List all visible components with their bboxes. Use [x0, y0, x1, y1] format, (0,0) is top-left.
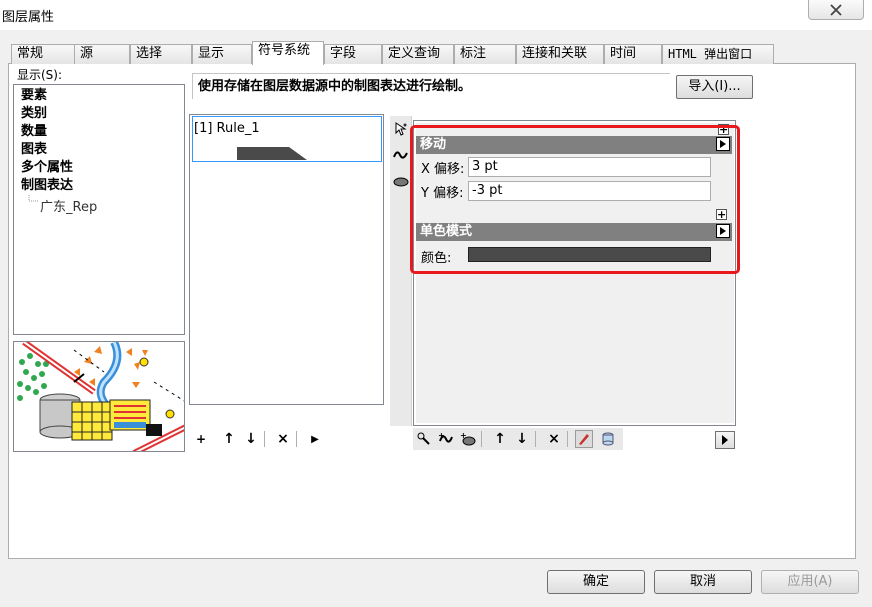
- show-item-representations[interactable]: 制图表达: [21, 177, 73, 195]
- layer-move-down-icon[interactable]: ↓: [513, 430, 531, 448]
- tree-connector-icon: [28, 195, 39, 202]
- symbology-preview-image: [13, 341, 185, 452]
- database-icon[interactable]: [599, 430, 617, 448]
- highlight-box: [410, 125, 740, 274]
- marker-layer-icon[interactable]: [392, 120, 410, 138]
- delete-layer-icon[interactable]: ×: [545, 430, 563, 448]
- delete-rule-icon[interactable]: ×: [274, 430, 292, 448]
- window-title: 图层属性: [2, 10, 55, 25]
- tab-display[interactable]: 显示: [192, 44, 252, 64]
- layer-move-up-icon[interactable]: ↑: [491, 430, 509, 448]
- renderer-description: 使用存储在图层数据源中的制图表达进行绘制。: [192, 73, 670, 99]
- show-item-categories[interactable]: 类别: [21, 105, 47, 123]
- layer-more-button[interactable]: [715, 431, 735, 449]
- show-item-charts[interactable]: 图表: [21, 141, 47, 159]
- show-item-multiple-attributes[interactable]: 多个属性: [21, 159, 73, 177]
- add-fill-layer-icon[interactable]: +: [459, 430, 477, 448]
- move-up-icon[interactable]: ↑: [220, 430, 238, 448]
- tab-symbology[interactable]: 符号系统: [252, 41, 324, 65]
- geometric-effect-icon[interactable]: [575, 430, 593, 448]
- layer-toolbar: [390, 116, 412, 426]
- title-bar: [0, 0, 872, 30]
- add-rule-icon[interactable]: +: [192, 430, 210, 448]
- ok-button[interactable]: 确定: [547, 570, 645, 594]
- tab-source[interactable]: 源: [74, 44, 130, 64]
- tab-definition-query[interactable]: 定义查询: [382, 44, 454, 64]
- tab-labels[interactable]: 标注: [454, 44, 516, 64]
- close-button[interactable]: [808, 0, 864, 20]
- tab-selection[interactable]: 选择: [130, 44, 192, 64]
- show-item-features[interactable]: 要素: [21, 87, 47, 105]
- rule-more-icon[interactable]: ▶: [306, 430, 324, 448]
- show-label: 显示(S):: [17, 68, 63, 82]
- apply-button[interactable]: 应用(A): [761, 570, 859, 594]
- fill-layer-icon[interactable]: [392, 172, 410, 190]
- svg-text:+: +: [460, 431, 467, 440]
- tab-html-popup[interactable]: HTML 弹出窗口: [662, 44, 774, 64]
- rule-symbol-swatch: [237, 147, 307, 160]
- cancel-button[interactable]: 取消: [654, 570, 752, 594]
- add-marker-layer-icon[interactable]: [415, 430, 433, 448]
- close-icon: [830, 3, 842, 16]
- show-item-representation-child[interactable]: 广东_Rep: [40, 196, 97, 215]
- add-stroke-layer-icon[interactable]: +: [437, 430, 455, 448]
- show-item-quantities[interactable]: 数量: [21, 123, 47, 141]
- svg-text:+: +: [438, 431, 445, 440]
- triangle-right-icon: [722, 435, 728, 445]
- move-down-icon[interactable]: ↓: [242, 430, 260, 448]
- tab-fields[interactable]: 字段: [324, 44, 382, 64]
- import-button[interactable]: 导入(I)...: [676, 75, 753, 99]
- stroke-layer-icon[interactable]: [392, 146, 410, 164]
- tab-time[interactable]: 时间: [604, 44, 662, 64]
- rule-label: [1] Rule_1: [194, 121, 260, 136]
- layer-bottom-toolbar: + + ↑ ↓ ×: [413, 428, 623, 450]
- tab-joins-relates[interactable]: 连接和关联: [516, 44, 604, 64]
- show-list: 要素 类别 数量 图表 多个属性 制图表达 广东_Rep: [13, 84, 185, 335]
- tab-general[interactable]: 常规: [11, 44, 75, 64]
